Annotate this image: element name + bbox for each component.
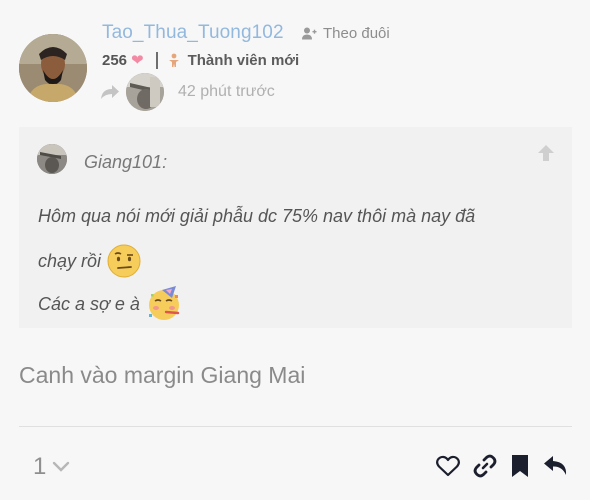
heart-outline-icon (436, 455, 460, 477)
likes-received-count: 256 (102, 51, 128, 69)
post-actions (423, 454, 569, 478)
post-body-text: Canh vào margin Giang Mai (19, 362, 306, 388)
add-user-icon (302, 27, 317, 40)
jump-to-quote-button[interactable] (537, 144, 555, 167)
quote-text: chạy rồi (38, 250, 102, 271)
bookmark-button[interactable] (510, 454, 530, 478)
bookmark-icon (512, 455, 528, 477)
reply-icon (544, 456, 567, 475)
reply-arrow-icon (101, 85, 119, 99)
link-icon (473, 454, 497, 478)
user-avatar[interactable] (19, 34, 87, 102)
forum-post: Tao_Thua_Tuong102 Theo đuôi 256 ❤ Thành … (0, 0, 590, 500)
like-count: 1 (33, 453, 47, 480)
reply-button[interactable] (543, 455, 569, 477)
user-stats: 256 ❤ Thành viên mới (102, 51, 299, 69)
reply-to-indicator[interactable]: 42 phút trước (100, 73, 275, 111)
quote-text-line: Các a sợ e à (38, 286, 182, 322)
quoted-post: Giang101: Hôm qua nói mới giải phẫu dc 7… (19, 127, 572, 328)
follow-label: Theo đuôi (323, 25, 390, 42)
post-time[interactable]: 42 phút trước (178, 83, 275, 101)
like-count-toggle[interactable]: 1 (33, 453, 70, 481)
quote-text-line: chạy rồi (38, 244, 141, 278)
reply-to-avatar[interactable] (126, 73, 164, 111)
quote-author-avatar[interactable] (37, 144, 67, 174)
copy-link-button[interactable] (473, 454, 497, 478)
raised-eyebrow-emoji-icon (107, 244, 141, 278)
quote-text: Các a sợ e à (38, 293, 140, 314)
follow-button[interactable]: Theo đuôi (302, 25, 390, 42)
quote-author: Giang101: (84, 152, 168, 172)
like-button[interactable] (436, 455, 460, 477)
heart-icon: ❤ (131, 52, 144, 69)
stats-divider (155, 51, 158, 69)
user-rank: Thành viên mới (187, 51, 300, 69)
username-link[interactable]: Tao_Thua_Tuong102 (102, 22, 284, 44)
arrow-up-icon (538, 145, 554, 161)
newbie-rank-icon (168, 53, 179, 67)
party-face-emoji-icon (148, 286, 180, 320)
quote-text-line: Hôm qua nói mới giải phẫu dc 75% nav thô… (38, 206, 476, 226)
chevron-down-icon (53, 461, 70, 472)
post-divider (19, 426, 572, 427)
